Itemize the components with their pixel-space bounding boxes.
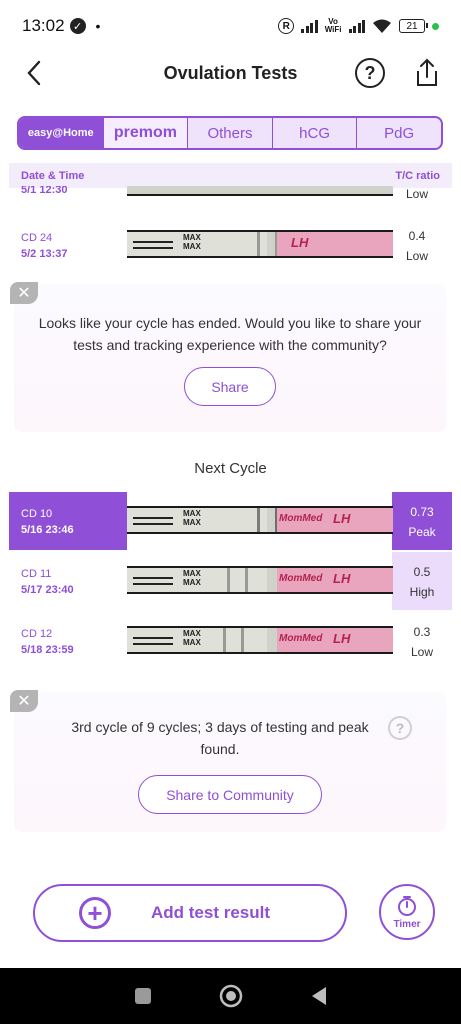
plus-icon: + — [79, 897, 111, 929]
row-level: Low — [405, 187, 428, 201]
test-row[interactable]: CD 12 5/18 23:59 MAX MAX MomMed LH 0.3 Lo… — [9, 612, 452, 670]
test-strip-image: MAX MAX MomMed LH — [127, 506, 393, 534]
cycle-ended-card: ✕ Looks like your cycle has ended. Would… — [10, 282, 446, 432]
signal-icon-2 — [348, 19, 365, 33]
close-card-button[interactable]: ✕ — [10, 282, 38, 304]
row-ratio: 0.73 — [410, 505, 434, 519]
test-row[interactable]: CD 11 5/17 23:40 MAX MAX MomMed LH 0.5 Hi… — [9, 552, 452, 610]
test-row[interactable]: CD 10 5/16 23:46 MAX MAX MomMed LH 0.73 P… — [9, 492, 452, 550]
share-to-community-button[interactable]: Share to Community — [138, 775, 322, 814]
stopwatch-icon — [398, 895, 416, 916]
row-level: Peak — [408, 525, 436, 539]
help-icon: ? — [364, 62, 376, 83]
share-icon — [417, 58, 437, 86]
row-cycle-day: CD 11 — [21, 568, 52, 580]
question-icon[interactable]: ? — [388, 716, 412, 740]
row-cycle-day: CD 12 — [21, 628, 53, 640]
row-ratio: 0.3 — [413, 625, 431, 639]
system-nav-bar — [0, 968, 461, 1024]
close-icon: ✕ — [17, 693, 31, 710]
cycle-ended-text: Looks like your cycle has ended. Would y… — [38, 315, 422, 353]
row-level: Low — [405, 249, 428, 263]
test-strip-image: MAX MAX MomMed LH — [127, 626, 393, 654]
tab-pdg[interactable]: PdG — [357, 118, 441, 148]
dot-icon: • — [95, 18, 101, 34]
test-strip-image: MAX MAX MomMed LH — [127, 566, 393, 594]
column-date: Date & Time — [21, 169, 85, 182]
row-level: Low — [410, 645, 433, 659]
tab-easyhome[interactable]: easy@Home — [19, 118, 104, 148]
next-cycle-heading: Next Cycle — [194, 460, 267, 477]
row-date: 5/2 13:37 — [21, 248, 68, 260]
timer-button[interactable]: Timer — [379, 884, 435, 940]
brand-tabs: easy@Home premom Others hCG PdG — [17, 116, 443, 150]
row-date: 5/18 23:59 — [21, 644, 74, 656]
battery-level: 21 — [406, 20, 418, 32]
row-ratio: 0.4 — [408, 229, 426, 243]
share-card-button[interactable]: Share — [184, 367, 276, 406]
privacy-dot-icon — [432, 22, 439, 30]
row-date: 5/16 23:46 — [21, 524, 74, 536]
help-button[interactable]: ? — [355, 58, 385, 88]
row-date: 5/17 23:40 — [21, 584, 74, 596]
battery-icon: 21 — [399, 19, 428, 33]
tab-others[interactable]: Others — [188, 118, 273, 148]
back-nav-icon[interactable] — [310, 986, 328, 1006]
close-icon: ✕ — [17, 285, 31, 302]
row-ratio: 0.5 — [413, 565, 431, 579]
add-test-result-button[interactable]: + Add test result — [33, 884, 347, 942]
test-row[interactable]: 5/1 12:30 Low — [9, 186, 452, 204]
row-cycle-day: CD 24 — [21, 232, 53, 244]
wifi-icon — [373, 19, 391, 33]
cycle-summary-text: 3rd cycle of 9 cycles; 3 days of testing… — [71, 719, 369, 757]
tab-premom[interactable]: premom — [103, 118, 189, 148]
row-cycle-day: CD 10 — [21, 508, 53, 520]
signal-icon — [301, 19, 318, 33]
app-header: Ovulation Tests ? — [0, 52, 461, 96]
home-icon[interactable] — [219, 984, 243, 1008]
add-test-result-label: Add test result — [151, 903, 271, 922]
status-time: 13:02 — [22, 16, 65, 35]
page-title: Ovulation Tests — [163, 63, 298, 83]
tab-hcg[interactable]: hCG — [273, 118, 358, 148]
test-strip-image: MAX MAX LH — [127, 230, 393, 258]
status-icons: R Vo WiFi 21 — [278, 18, 439, 34]
registered-icon: R — [278, 18, 295, 34]
timer-label: Timer — [393, 918, 421, 930]
vowifi-icon: Vo WiFi — [324, 17, 342, 34]
table-header: Date & Time T/C ratio — [9, 163, 452, 188]
column-ratio: T/C ratio — [395, 169, 440, 182]
status-bar: 13:02 ✓ • R Vo WiFi 21 — [0, 0, 461, 52]
check-icon: ✓ — [69, 18, 86, 34]
row-level: High — [409, 585, 435, 599]
test-row[interactable]: CD 24 5/2 13:37 MAX MAX LH 0.4 Low — [9, 218, 452, 270]
row-date: 5/1 12:30 — [21, 186, 68, 196]
ovulation-tests-screen: 13:02 ✓ • R Vo WiFi 21 Ovulation Tests ? … — [0, 0, 461, 1024]
test-strip-image — [127, 186, 393, 196]
close-card-button[interactable]: ✕ — [10, 690, 38, 712]
share-button[interactable] — [412, 57, 442, 89]
recents-icon[interactable] — [134, 987, 152, 1005]
cycle-summary-card: ✕ 3rd cycle of 9 cycles; 3 days of testi… — [10, 690, 446, 832]
